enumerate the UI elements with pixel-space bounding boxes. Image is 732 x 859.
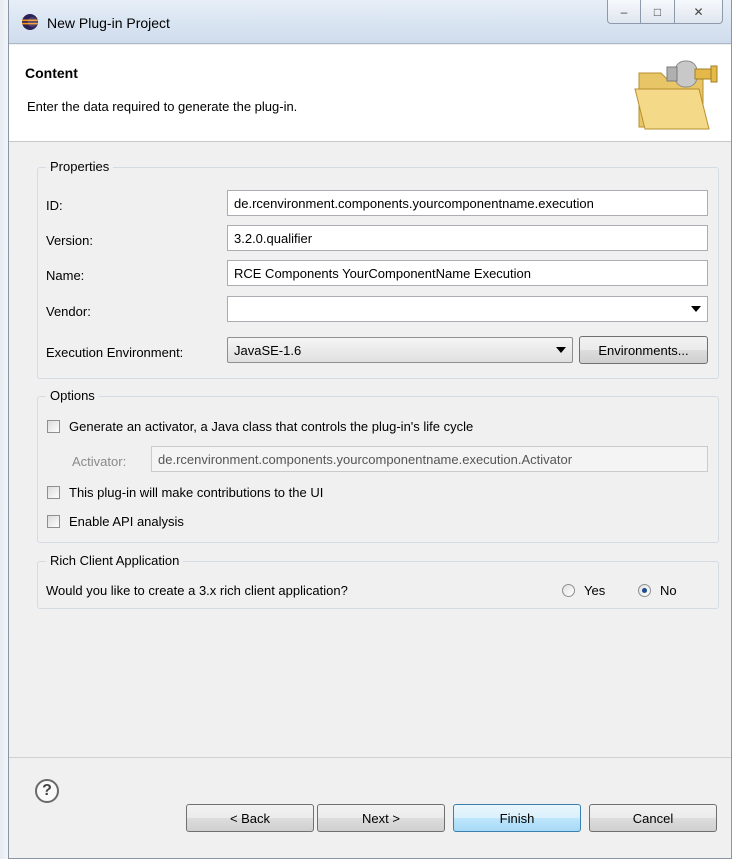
back-button[interactable]: < Back [186,804,314,832]
options-group: Options Generate an activator, a Java cl… [37,388,719,543]
activator-checkbox-label[interactable]: Generate an activator, a Java class that… [69,419,473,434]
api-analysis-checkbox[interactable] [47,515,60,528]
vendor-label: Vendor: [46,304,91,319]
exec-env-select[interactable]: JavaSE-1.6 [227,337,573,363]
rcp-no-radio[interactable] [638,584,651,597]
minimize-icon: ‒ [620,4,628,19]
background-edge [0,0,8,859]
maximize-button[interactable]: □ [641,0,675,24]
footer-separator [9,757,731,758]
exec-env-value: JavaSE-1.6 [234,343,302,358]
id-label: ID: [46,198,63,213]
id-field[interactable]: de.rcenvironment.components.yourcomponen… [227,190,708,216]
rcp-yes-radio[interactable] [562,584,575,597]
help-button[interactable]: ? [35,779,59,803]
title-bar[interactable]: New Plug-in Project ‒ □ ✕ [9,0,731,44]
page-description: Enter the data required to generate the … [27,99,298,114]
help-icon: ? [42,782,52,799]
options-group-label: Options [46,388,99,403]
wizard-header: Content Enter the data required to gener… [9,45,731,142]
rcp-yes-label[interactable]: Yes [584,583,605,598]
finish-button[interactable]: Finish [453,804,581,832]
vendor-combo[interactable] [227,296,708,322]
caption-buttons: ‒ □ ✕ [607,0,723,24]
folder-plugin-icon [634,60,718,130]
rcp-group: Rich Client Application Would you like t… [37,553,719,609]
chevron-down-icon [556,347,566,353]
name-label: Name: [46,268,85,283]
window-title: New Plug-in Project [47,15,170,31]
version-field[interactable]: 3.2.0.qualifier [227,225,708,251]
cancel-button[interactable]: Cancel [589,804,717,832]
activator-field[interactable]: de.rcenvironment.components.yourcomponen… [151,446,708,472]
exec-env-label: Execution Environment: [46,345,184,360]
environments-button[interactable]: Environments... [579,336,708,364]
rcp-no-label[interactable]: No [660,583,677,598]
rcp-question: Would you like to create a 3.x rich clie… [46,583,348,598]
version-label: Version: [46,233,93,248]
name-field[interactable]: RCE Components YourComponentName Executi… [227,260,708,286]
ui-contributions-checkbox[interactable] [47,486,60,499]
activator-checkbox[interactable] [47,420,60,433]
close-button[interactable]: ✕ [675,0,723,24]
api-analysis-label[interactable]: Enable API analysis [69,514,184,529]
minimize-button[interactable]: ‒ [607,0,641,24]
maximize-icon: □ [653,4,662,19]
properties-group: Properties ID: de.rcenvironment.componen… [37,159,719,379]
next-button[interactable]: Next > [317,804,445,832]
rcp-group-label: Rich Client Application [46,553,184,568]
properties-group-label: Properties [46,159,114,174]
close-icon: ✕ [693,4,704,19]
new-plugin-project-dialog: New Plug-in Project ‒ □ ✕ Content Enter … [8,0,732,859]
eclipse-icon [22,14,38,30]
page-title: Content [25,65,78,81]
chevron-down-icon [691,306,701,312]
ui-contributions-label[interactable]: This plug-in will make contributions to … [69,485,323,500]
activator-label: Activator: [72,454,127,469]
